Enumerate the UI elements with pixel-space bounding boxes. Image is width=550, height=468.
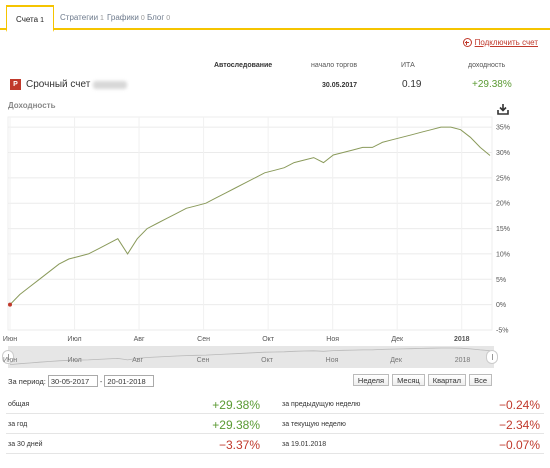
stat-label: за предыдущую неделю (282, 401, 361, 408)
navigator-label: Сен (196, 357, 210, 364)
stat-value: −0.24% (498, 398, 540, 412)
stat-label: за 19.01.2018 (282, 441, 327, 448)
stats-row: общая +29.38% за предыдущую неделю −0.24… (6, 395, 544, 414)
stats-row: за 30 дней −3.37% за 19.01.2018 −0.07% (6, 435, 544, 454)
stat-label: за 30 дней (8, 441, 43, 448)
stat-value: +29.38% (212, 398, 260, 412)
stat-label: общая (8, 401, 30, 408)
range-quarter-button[interactable]: Квартал (427, 374, 467, 386)
navigator-label: 2018 (454, 357, 471, 364)
navigator-label: Дек (390, 357, 402, 364)
period-dash: - (99, 376, 103, 386)
navigator-label: Июн (3, 357, 18, 364)
range-week-button[interactable]: Неделя (352, 374, 390, 386)
range-all-button[interactable]: Все (469, 374, 492, 386)
stat-label: за год (8, 421, 28, 428)
navigator-label: Окт (261, 357, 273, 364)
stat-value: +29.38% (212, 418, 260, 432)
stats-row: за год +29.38% за текущую неделю −2.34% (6, 415, 544, 434)
navigator-line (9, 347, 491, 365)
navigator-handle-right[interactable] (486, 350, 498, 364)
range-month-button[interactable]: Месяц (392, 374, 425, 386)
period-selector: За период: - (8, 375, 156, 387)
stat-value: −0.07% (498, 438, 540, 452)
range-buttons: Неделя Месяц Квартал Все (350, 374, 492, 386)
navigator-label: Авг (132, 357, 144, 364)
period-from-input[interactable] (47, 375, 98, 387)
period-to-input[interactable] (104, 375, 155, 387)
stat-value: −3.37% (218, 438, 260, 452)
stat-value: −2.34% (498, 418, 540, 432)
navigator-series (9, 347, 491, 365)
period-label: За период (8, 376, 44, 386)
stat-label: за текущую неделю (282, 421, 346, 428)
navigator-label: Ноя (325, 357, 339, 364)
navigator-label: Июл (67, 357, 82, 364)
